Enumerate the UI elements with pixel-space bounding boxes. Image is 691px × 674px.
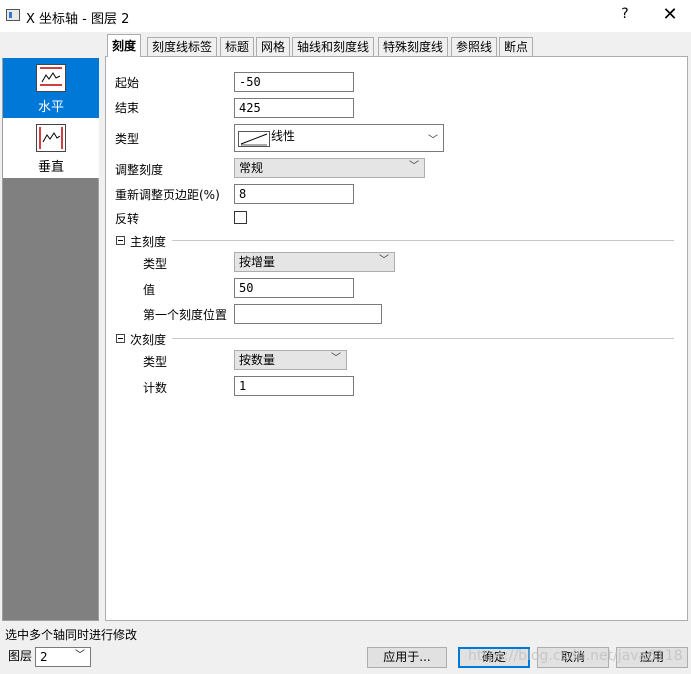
horizontal-axis-icon	[36, 64, 66, 92]
tab-tick-labels[interactable]: 刻度线标签	[147, 37, 218, 56]
axis-item-label: 水平	[37, 100, 64, 115]
minor-count-label: 计数	[143, 381, 168, 395]
first-tick-input[interactable]	[234, 304, 382, 324]
vertical-axis-icon	[36, 124, 66, 152]
rescale-margin-label: 重新调整页边距(%)	[115, 188, 220, 202]
chevron-down-icon: ﹀	[428, 135, 438, 146]
type-label: 类型	[115, 132, 140, 146]
layer-value: 2	[40, 650, 48, 664]
window-title: X 坐标轴 - 图层 2	[26, 12, 130, 27]
major-value-input[interactable]: 50	[234, 278, 354, 298]
start-input[interactable]: -50	[234, 72, 354, 92]
major-ticks-header: 主刻度	[130, 235, 167, 249]
chevron-down-icon: ﹀	[331, 353, 341, 364]
minor-type-value: 按数量	[239, 353, 276, 367]
start-label: 起始	[115, 76, 140, 90]
chevron-down-icon: ﹀	[75, 650, 85, 661]
rescale-margin-input[interactable]: 8	[234, 184, 354, 204]
layer-label: 图层	[8, 649, 33, 663]
layer-select[interactable]: 2 ﹀	[35, 647, 91, 667]
end-label: 结束	[115, 101, 140, 115]
rescale-select[interactable]: 常规 ﹀	[234, 158, 425, 178]
scale-type-value: 线性	[271, 129, 296, 143]
minor-ticks-header: 次刻度	[130, 333, 167, 347]
app-icon	[6, 9, 20, 21]
end-input[interactable]: 425	[234, 98, 354, 118]
reverse-label: 反转	[115, 212, 140, 226]
scale-type-select[interactable]: 线性 ﹀	[234, 124, 444, 152]
rescale-value: 常规	[239, 161, 264, 175]
tab-grids[interactable]: 网格	[256, 37, 291, 56]
tab-reference-lines[interactable]: 参照线	[451, 37, 498, 56]
linear-scale-icon	[238, 131, 270, 147]
chevron-down-icon: ﹀	[379, 255, 389, 266]
status-text: 选中多个轴同时进行修改	[5, 628, 138, 642]
tab-scale[interactable]: 刻度	[107, 34, 142, 57]
help-button[interactable]: ?	[610, 6, 640, 26]
major-group-divider	[172, 240, 674, 241]
major-type-value: 按增量	[239, 255, 276, 269]
minor-count-input[interactable]: 1	[234, 376, 354, 396]
apply-button[interactable]: 应用	[616, 647, 688, 668]
minor-type-label: 类型	[143, 355, 168, 369]
reverse-checkbox[interactable]	[234, 211, 247, 224]
major-type-select[interactable]: 按增量 ﹀	[234, 252, 395, 272]
rescale-label: 调整刻度	[115, 163, 164, 177]
axis-item-vertical[interactable]: 垂直	[3, 118, 99, 178]
major-type-label: 类型	[143, 257, 168, 271]
ok-button[interactable]: 确定	[458, 647, 530, 668]
tab-special-ticks[interactable]: 特殊刻度线	[378, 37, 449, 56]
minor-type-select[interactable]: 按数量 ﹀	[234, 350, 347, 370]
axis-item-horizontal[interactable]: 水平	[3, 58, 99, 118]
major-value-label: 值	[143, 283, 156, 297]
tab-breaks[interactable]: 断点	[499, 37, 534, 56]
apply-to-button[interactable]: 应用于...	[367, 647, 447, 668]
minor-group-divider	[172, 338, 674, 339]
first-tick-label: 第一个刻度位置	[143, 308, 228, 322]
cancel-button[interactable]: 取消	[537, 647, 609, 668]
minor-group-collapse-icon[interactable]	[116, 334, 125, 343]
axis-item-label: 垂直	[37, 160, 64, 175]
tab-line-and-ticks[interactable]: 轴线和刻度线	[292, 37, 375, 56]
close-button[interactable]: ✕	[655, 4, 685, 26]
tab-title[interactable]: 标题	[220, 37, 255, 56]
major-group-collapse-icon[interactable]	[116, 236, 125, 245]
chevron-down-icon: ﹀	[409, 161, 419, 172]
